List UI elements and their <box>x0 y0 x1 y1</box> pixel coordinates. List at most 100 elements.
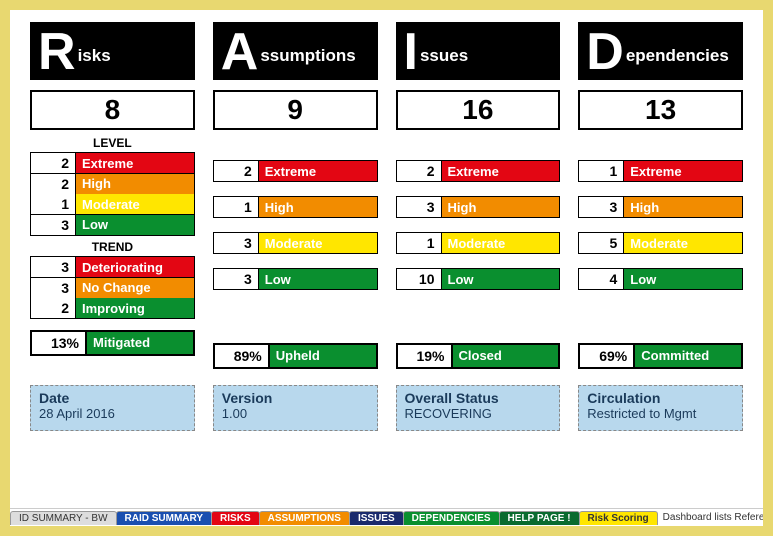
header-dependencies: D ependencies <box>578 22 743 80</box>
level-count: 3 <box>214 233 259 253</box>
level-label: Extreme <box>442 161 560 181</box>
level-row: 3High <box>396 196 561 218</box>
level-row: 2High <box>30 173 195 195</box>
issues-levels: 2Extreme 3High 1Moderate 10Low <box>396 160 561 290</box>
info-circulation: Circulation Restricted to Mgmt <box>578 385 743 431</box>
column-issues: I ssues 16 2Extreme 3High 1Moderate 10Lo… <box>396 22 561 369</box>
dependencies-summary: 69% Committed <box>578 343 743 369</box>
level-count: 2 <box>214 161 259 181</box>
level-label: High <box>624 197 742 217</box>
level-row: 5Moderate <box>578 232 743 254</box>
level-label: Moderate <box>259 233 377 253</box>
level-label: Low <box>259 269 377 289</box>
summary-pct: 13% <box>32 332 87 354</box>
tab-assumptions[interactable]: ASSUMPTIONS <box>259 511 350 525</box>
level-label: Moderate <box>624 233 742 253</box>
tab-summary-bw[interactable]: ID SUMMARY - BW <box>10 511 117 525</box>
level-label: Extreme <box>259 161 377 181</box>
spacer <box>213 289 378 331</box>
risks-summary: 13% Mitigated <box>30 330 195 356</box>
level-count: 1 <box>579 161 624 181</box>
dependencies-total: 13 <box>578 90 743 130</box>
header-letter: I <box>404 26 418 78</box>
summary-pct: 69% <box>580 345 635 367</box>
risks-trends: 3Deteriorating 3No Change 2Improving <box>30 256 195 319</box>
column-risks: R isks 8 LEVEL 2Extreme 2High 1Moderate … <box>30 22 195 369</box>
dependencies-levels: 1Extreme 3High 5Moderate 4Low <box>578 160 743 290</box>
level-label: High <box>442 197 560 217</box>
header-letter: R <box>38 26 76 78</box>
header-letter: D <box>586 26 624 78</box>
header-rest: ssumptions <box>260 46 355 76</box>
info-title: Date <box>39 390 186 406</box>
level-count: 1 <box>397 233 442 253</box>
trend-row: 3No Change <box>30 277 195 299</box>
spacer <box>396 289 561 331</box>
level-count: 3 <box>579 197 624 217</box>
level-row: 3Moderate <box>213 232 378 254</box>
info-row: Date 28 April 2016 Version 1.00 Overall … <box>30 385 743 431</box>
tab-raid-summary[interactable]: RAID SUMMARY <box>116 511 213 525</box>
level-row: 2Extreme <box>213 160 378 182</box>
info-title: Version <box>222 390 369 406</box>
level-row: 2Extreme <box>30 152 195 174</box>
level-count: 2 <box>397 161 442 181</box>
tabs-overflow: Dashboard lists Referenc <box>657 512 763 523</box>
column-assumptions: A ssumptions 9 2Extreme 1High 3Moderate … <box>213 22 378 369</box>
tab-risks[interactable]: RISKS <box>211 511 260 525</box>
tab-issues[interactable]: ISSUES <box>349 511 404 525</box>
level-count: 3 <box>31 215 76 235</box>
level-row: 3Low <box>213 268 378 290</box>
level-label: Extreme <box>76 153 194 173</box>
info-value: Restricted to Mgmt <box>587 406 734 421</box>
summary-label: Mitigated <box>87 332 193 354</box>
level-count: 1 <box>31 194 76 214</box>
info-date: Date 28 April 2016 <box>30 385 195 431</box>
level-count: 1 <box>214 197 259 217</box>
header-rest: ssues <box>420 46 468 76</box>
issues-total: 16 <box>396 90 561 130</box>
level-label: Low <box>76 215 194 235</box>
trend-row: 2Improving <box>30 297 195 319</box>
level-label: Low <box>442 269 560 289</box>
level-label: Low <box>624 269 742 289</box>
trend-count: 3 <box>31 278 76 298</box>
header-issues: I ssues <box>396 22 561 80</box>
spacer <box>396 130 561 158</box>
level-row: 1Moderate <box>30 193 195 215</box>
level-row: 3Low <box>30 214 195 236</box>
level-row: 2Extreme <box>396 160 561 182</box>
summary-label: Closed <box>453 345 559 367</box>
info-title: Overall Status <box>405 390 552 406</box>
trend-header: TREND <box>30 240 195 254</box>
header-rest: ependencies <box>626 46 729 76</box>
tab-risk-scoring[interactable]: Risk Scoring <box>579 511 658 525</box>
trend-count: 3 <box>31 257 76 277</box>
header-risks: R isks <box>30 22 195 80</box>
assumptions-levels: 2Extreme 1High 3Moderate 3Low <box>213 160 378 290</box>
level-row: 1Moderate <box>396 232 561 254</box>
spacer <box>578 289 743 331</box>
summary-pct: 19% <box>398 345 453 367</box>
assumptions-total: 9 <box>213 90 378 130</box>
level-count: 4 <box>579 269 624 289</box>
level-row: 3High <box>578 196 743 218</box>
tab-dependencies[interactable]: DEPENDENCIES <box>403 511 500 525</box>
info-value: RECOVERING <box>405 406 552 421</box>
info-status: Overall Status RECOVERING <box>396 385 561 431</box>
level-count: 2 <box>31 153 76 173</box>
summary-pct: 89% <box>215 345 270 367</box>
tab-help[interactable]: HELP PAGE ! <box>499 511 580 525</box>
level-row: 10Low <box>396 268 561 290</box>
info-value: 1.00 <box>222 406 369 421</box>
spacer <box>213 130 378 158</box>
level-row: 1High <box>213 196 378 218</box>
level-count: 3 <box>397 197 442 217</box>
header-rest: isks <box>78 46 111 76</box>
risks-total: 8 <box>30 90 195 130</box>
summary-label: Upheld <box>270 345 376 367</box>
level-label: High <box>76 174 194 194</box>
summary-label: Committed <box>635 345 741 367</box>
info-title: Circulation <box>587 390 734 406</box>
column-dependencies: D ependencies 13 1Extreme 3High 5Moderat… <box>578 22 743 369</box>
